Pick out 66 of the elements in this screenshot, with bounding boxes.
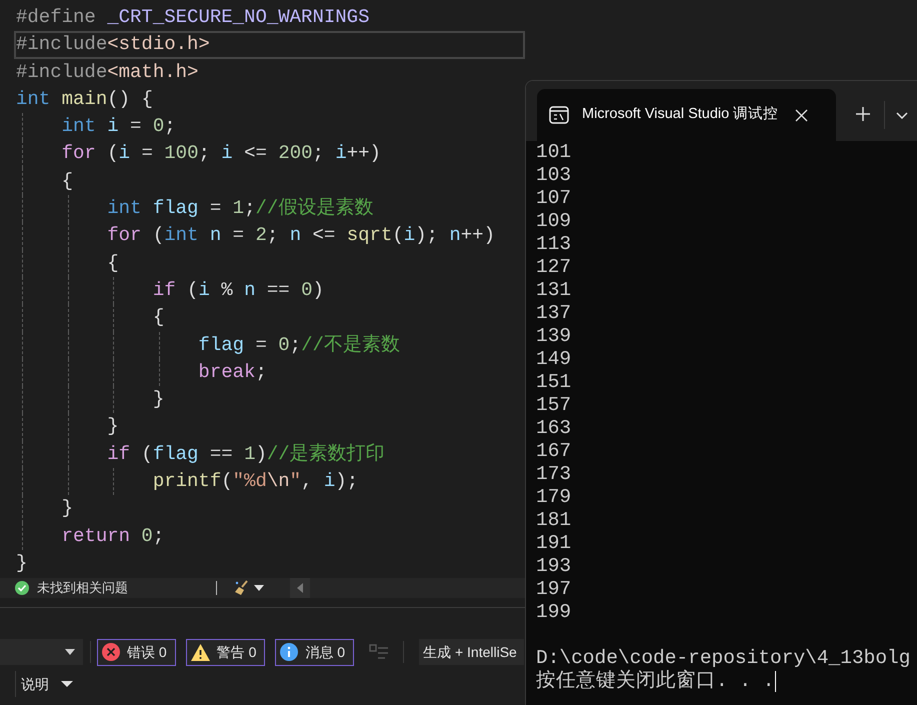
scroll-left-button[interactable] [290, 578, 310, 598]
filter-button[interactable]: 错误 0 [97, 638, 176, 666]
console-output-line: 193 [536, 555, 572, 578]
code-line: { [60, 170, 74, 192]
console-output-line: 127 [536, 256, 572, 279]
console-output-line: 139 [536, 325, 572, 348]
tab-title: Microsoft Visual Studio 调试控 [582, 105, 778, 124]
left-arrow-icon [297, 583, 303, 593]
code-line: for (i = 100; i <= 200; i++) [60, 142, 381, 164]
code-line: { [152, 306, 164, 328]
code-line: flag = 0;//不是素数 [197, 334, 400, 356]
console-output-line: 131 [536, 279, 572, 302]
console-output-line: 179 [536, 486, 572, 509]
code-line: } [60, 497, 74, 520]
caret-icon [254, 585, 264, 591]
console-output-line: 137 [536, 302, 572, 325]
code-line: int flag = 1;//假设是素数 [106, 197, 374, 220]
console-icon [549, 106, 569, 124]
console-output-line: D:\code\code-repository\4_13bolg [536, 647, 910, 670]
code-line: int main() { [16, 88, 153, 110]
code-line: for (int n = 2; n <= sqrt(i); n++) [106, 224, 495, 246]
status-message: 未找到相关问题 [37, 579, 128, 598]
console-output-line: 197 [536, 578, 572, 601]
console-output-line: 按任意键关闭此窗口. . . [536, 670, 775, 693]
filter-button[interactable]: 消息 0 [275, 638, 354, 666]
code-line: return 0; [60, 524, 164, 547]
code-line: if (flag == 1)//是素数打印 [106, 442, 385, 465]
caret-icon [65, 649, 75, 655]
console-output-line: 181 [536, 509, 572, 532]
error-icon [102, 643, 120, 661]
code-line: { [106, 252, 119, 274]
console-output-line: 107 [536, 187, 572, 210]
console-output-line: 113 [536, 233, 572, 256]
code-line: } [16, 552, 28, 574]
build-filter-dropdown[interactable]: 生成 + IntelliSe [419, 639, 524, 665]
console-output-line: 103 [536, 164, 572, 187]
info-icon [280, 643, 298, 661]
code-line: printf("%d\n", i); [152, 470, 358, 492]
console-output-line: 151 [536, 371, 572, 394]
console-output-line: 173 [536, 463, 572, 486]
caret-icon [61, 681, 73, 687]
new-tab-icon[interactable] [856, 107, 870, 121]
cleanup-button[interactable] [233, 580, 264, 596]
console-output-line: 199 [536, 601, 572, 624]
code-line: break; [197, 360, 267, 383]
console-output-line: 157 [536, 394, 572, 417]
code-line: int i = 0; [60, 115, 176, 138]
description-column-header[interactable]: 说明 [21, 674, 73, 694]
console-output-line: 109 [536, 210, 572, 233]
console-output-line: 163 [536, 417, 572, 440]
text-cursor [774, 671, 776, 692]
console-output-line: 149 [536, 348, 572, 371]
filter-button[interactable]: 警告 0 [186, 638, 266, 666]
code-line: } [106, 415, 119, 438]
console-output-line: 167 [536, 440, 572, 463]
console-output-line: 101 [536, 141, 572, 164]
close-icon[interactable] [795, 108, 808, 122]
code-line: if (i % n == 0) [152, 278, 324, 301]
console-output-line: 191 [536, 532, 572, 555]
code-line: } [152, 388, 164, 410]
warning-icon [190, 644, 210, 660]
chevron-down-icon[interactable] [896, 112, 908, 119]
code-line: #include<math.h> [16, 60, 198, 83]
code-line: #include<stdio.h> [16, 33, 210, 56]
console-tab[interactable]: Microsoft Visual Studio 调试控 [537, 89, 836, 141]
code-line: #define _CRT_SECURE_NO_WARNINGS [16, 6, 370, 28]
